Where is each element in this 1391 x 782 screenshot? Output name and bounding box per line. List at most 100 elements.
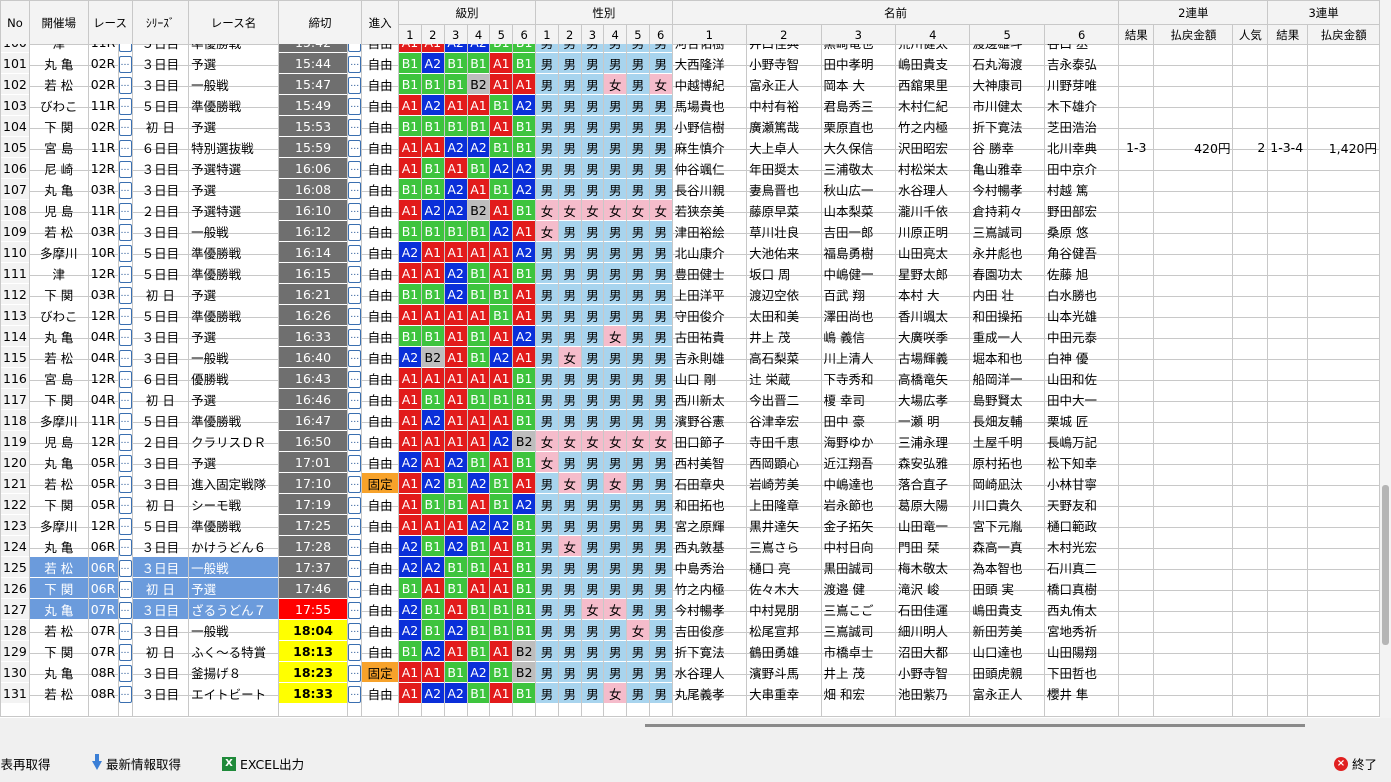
entry-cell[interactable]: 固定	[361, 472, 400, 494]
exacta-popularity-cell[interactable]	[1232, 157, 1269, 179]
class-cell-2[interactable]: B1	[420, 619, 445, 641]
gender-cell-5[interactable]: 男	[626, 136, 650, 158]
entry-cell[interactable]: 自由	[361, 619, 400, 641]
racer-name-6[interactable]: 宮地秀祈	[1043, 619, 1120, 641]
race-name-cell[interactable]: 一般戦	[188, 556, 279, 578]
table-row[interactable]: 127 丸 亀 07R… ３日目 ざるうどん７ 17:55… 自由 A2 B1 A1 B1 B1 B1 男…	[0, 598, 1380, 620]
trifecta-result-cell[interactable]	[1267, 94, 1309, 116]
gender-cell-3[interactable]: 男	[580, 661, 605, 683]
gender-cell-4[interactable]: 男	[603, 157, 628, 179]
venue-cell[interactable]: びわこ	[28, 94, 89, 116]
race-cell[interactable]: 06R	[87, 556, 119, 578]
class-cell-6[interactable]: B1	[512, 682, 537, 704]
gender-cell-1[interactable]: 男	[535, 514, 559, 536]
racer-name-6[interactable]: 石川真二	[1043, 556, 1120, 578]
venue-cell[interactable]: 多摩川	[28, 514, 89, 536]
table-row[interactable]: 105 宮 島 11R… ６日目 特別選抜戦 15:59… 自由 A1 A1 A2 A2 B1 B1 男男…	[0, 136, 1380, 158]
gender-cell-6[interactable]: 男	[648, 682, 673, 704]
race-cell[interactable]: 04R	[87, 325, 119, 347]
race-name-cell[interactable]: 準優勝戦	[188, 241, 279, 263]
class-cell-1[interactable]: A1	[398, 472, 422, 494]
exacta-payout-cell[interactable]	[1153, 304, 1234, 326]
race-cell[interactable]: 12R	[87, 514, 119, 536]
deadline-cell[interactable]: 18:13	[277, 640, 349, 662]
gender-cell-1[interactable]: 男	[535, 283, 559, 305]
racer-name-6[interactable]: 西丸侑太	[1043, 598, 1120, 620]
trifecta-result-cell[interactable]	[1267, 346, 1309, 368]
gender-cell-6[interactable]: 女	[648, 73, 673, 95]
class-cell-6[interactable]: B1	[512, 136, 537, 158]
trifecta-payout-cell[interactable]	[1307, 451, 1380, 473]
series-cell[interactable]: ３日目	[131, 52, 190, 74]
gender-cell-6[interactable]: 男	[648, 94, 673, 116]
gender-cell-6[interactable]: 男	[648, 325, 673, 347]
class-cell-6[interactable]: B1	[512, 619, 537, 641]
class-cell-3[interactable]: A1	[443, 94, 468, 116]
race-cell[interactable]: 10R	[87, 241, 119, 263]
class-cell-3[interactable]: A1	[443, 241, 468, 263]
gender-cell-1[interactable]: 男	[535, 493, 559, 515]
col-deadline[interactable]: 締切	[277, 0, 363, 45]
race-cell[interactable]: 05R	[87, 472, 119, 494]
entry-cell[interactable]: 自由	[361, 598, 400, 620]
deadline-detail-button[interactable]: …	[347, 661, 363, 683]
series-cell[interactable]: ３日目	[131, 73, 190, 95]
gender-cell-1[interactable]: 男	[535, 661, 559, 683]
gender-cell-2[interactable]: 女	[557, 199, 582, 221]
exacta-popularity-cell[interactable]	[1232, 640, 1269, 662]
racer-name-1[interactable]: 古田祐貴	[671, 325, 748, 347]
racer-name-3[interactable]: 海野ゆか	[820, 430, 897, 452]
trifecta-result-cell[interactable]	[1267, 115, 1309, 137]
racer-name-1[interactable]: 西川新太	[671, 388, 748, 410]
gender-cell-2[interactable]: 男	[557, 682, 582, 704]
race-name-cell[interactable]: 準優勝戦	[188, 409, 279, 431]
class-cell-1[interactable]: A1	[398, 409, 422, 431]
class-cell-5[interactable]: A1	[489, 241, 514, 263]
exacta-payout-cell[interactable]	[1153, 661, 1234, 683]
race-detail-button[interactable]: …	[117, 367, 133, 389]
trifecta-payout-cell[interactable]	[1307, 325, 1380, 347]
trifecta-payout-cell[interactable]	[1307, 619, 1380, 641]
class-cell-4[interactable]: A1	[466, 409, 491, 431]
exacta-payout-cell[interactable]	[1153, 115, 1234, 137]
racer-name-6[interactable]: 松下知幸	[1043, 451, 1120, 473]
race-detail-button[interactable]: …	[117, 661, 133, 683]
venue-cell[interactable]: 若 松	[28, 619, 89, 641]
exacta-payout-cell[interactable]: 420円	[1153, 136, 1234, 158]
racer-name-5[interactable]: 嶋田貴支	[969, 598, 1045, 620]
deadline-detail-button[interactable]: …	[347, 493, 363, 515]
racer-name-1[interactable]: 丸尾義孝	[671, 682, 748, 704]
lane-header-6[interactable]: 6	[512, 24, 537, 45]
gender-cell-5[interactable]: 男	[626, 346, 650, 368]
racer-name-5[interactable]: 堀本和也	[969, 346, 1045, 368]
class-cell-6[interactable]: B1	[512, 451, 537, 473]
class-cell-3[interactable]: A1	[443, 157, 468, 179]
racer-name-4[interactable]: 村松栄太	[894, 157, 971, 179]
race-detail-button[interactable]: …	[117, 682, 133, 704]
deadline-detail-button[interactable]: …	[347, 619, 363, 641]
class-cell-4[interactable]: B1	[466, 556, 491, 578]
series-cell[interactable]: ５日目	[131, 514, 190, 536]
class-cell-3[interactable]: A1	[443, 514, 468, 536]
racer-name-2[interactable]: 草川壮良	[746, 220, 822, 242]
class-cell-5[interactable]: A1	[489, 325, 514, 347]
gender-cell-1[interactable]: 男	[535, 52, 559, 74]
racer-name-1[interactable]: 北山康介	[671, 241, 748, 263]
trifecta-result-cell[interactable]	[1267, 430, 1309, 452]
exacta-payout-cell[interactable]	[1153, 430, 1234, 452]
gender-cell-4[interactable]: 女	[603, 472, 628, 494]
gender-cell-4[interactable]: 男	[603, 136, 628, 158]
venue-cell[interactable]: 丸 亀	[28, 178, 89, 200]
venue-cell[interactable]: 児 島	[28, 199, 89, 221]
class-cell-3[interactable]: A2	[443, 451, 468, 473]
gender-cell-2[interactable]: 女	[557, 472, 582, 494]
racer-name-5[interactable]: 石丸海渡	[969, 52, 1045, 74]
racer-name-6[interactable]: 村越 篤	[1043, 178, 1120, 200]
deadline-cell[interactable]: 18:33	[277, 682, 349, 704]
class-cell-4[interactable]: A2	[466, 514, 491, 536]
racer-name-6[interactable]: 白水勝也	[1043, 283, 1120, 305]
class-cell-1[interactable]: A2	[398, 598, 422, 620]
class-cell-5[interactable]: A2	[489, 220, 514, 242]
class-cell-1[interactable]: A1	[398, 514, 422, 536]
class-cell-6[interactable]: A2	[512, 94, 537, 116]
